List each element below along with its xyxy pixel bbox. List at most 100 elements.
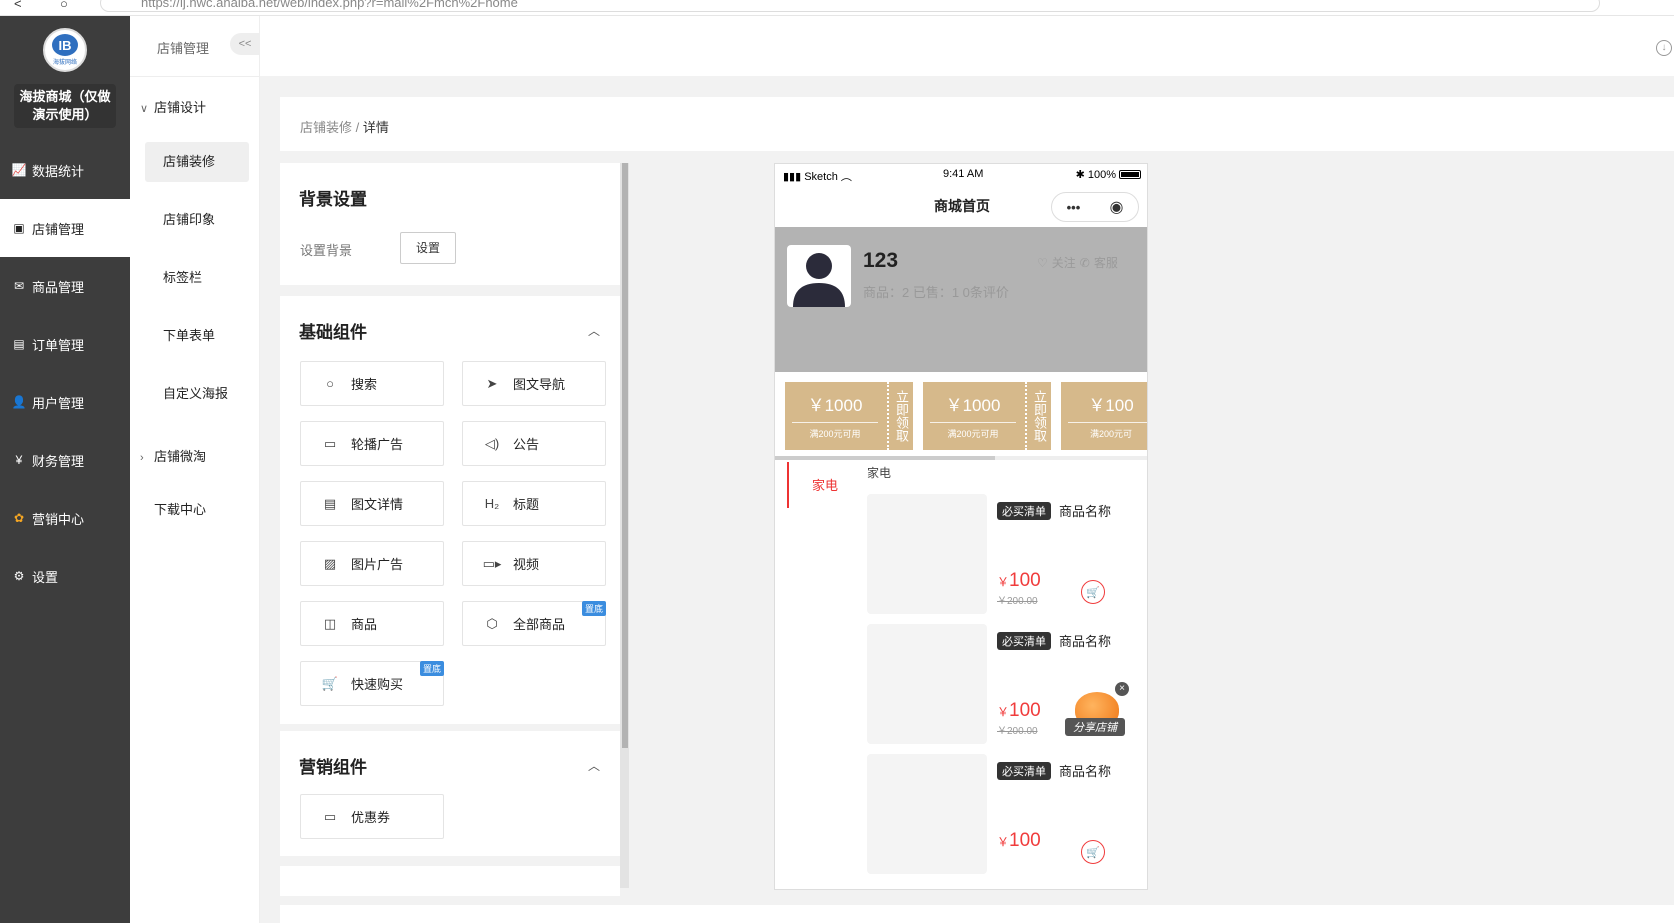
- phone-preview: ▮▮▮ Sketch ︵ 9:41 AM ✱ 100% 商城首页 ••• ◉ 1…: [774, 163, 1148, 890]
- component-banner[interactable]: ▭ 轮播广告: [300, 421, 444, 466]
- component-rich-text[interactable]: ▤ 图文详情: [300, 481, 444, 526]
- set-bg-button[interactable]: 设置: [400, 232, 456, 264]
- currency: ￥: [997, 835, 1010, 849]
- component-search[interactable]: ○ 搜索: [300, 361, 444, 406]
- coupon-card[interactable]: ￥1000 满200元可用 立即领取: [785, 382, 913, 450]
- component-coupon[interactable]: ▭ 优惠券: [300, 794, 444, 839]
- reload-icon[interactable]: ○: [60, 0, 68, 11]
- coupon-get-button[interactable]: 立即领取: [887, 382, 913, 450]
- phone-icon[interactable]: ✆: [1080, 256, 1090, 270]
- url-field[interactable]: https://lj.hwc.anaiba.net/web/index.php?…: [100, 0, 1600, 12]
- component-label: 视频: [513, 557, 540, 572]
- nav-user-management[interactable]: 👤 用户管理: [0, 373, 130, 431]
- status-time: 9:41 AM: [943, 168, 984, 180]
- submenu-title: 店铺管理: [157, 41, 210, 56]
- pin-bottom-badge: 置底: [419, 661, 444, 676]
- submenu-item-tabbar[interactable]: 标签栏: [145, 258, 249, 298]
- component-label: 快速购买: [351, 677, 404, 692]
- goods-item[interactable]: 商品名称 必买清单 ￥100 ￥200.00 🛒: [867, 494, 1147, 614]
- search-icon: ○: [326, 376, 334, 391]
- back-icon[interactable]: <: [14, 0, 22, 11]
- group-label: 店铺设计: [154, 100, 207, 115]
- nav-data-stats[interactable]: 📈 数据统计: [0, 141, 130, 199]
- price-value: 100: [1009, 570, 1041, 591]
- category-tab-active[interactable]: 家电: [812, 475, 838, 494]
- goods-item[interactable]: 商品名称 必买清单 ￥100 🛒: [867, 754, 1147, 874]
- banner-icon: ▭: [323, 435, 337, 451]
- component-label: 全部商品: [513, 617, 566, 632]
- top-header: [260, 16, 1674, 76]
- canvas-footer: [280, 905, 1674, 923]
- panel-scrollbar-thumb[interactable]: [622, 163, 628, 748]
- panel-title: 背景设置: [299, 190, 367, 209]
- heart-icon[interactable]: ♡: [1037, 256, 1048, 270]
- add-cart-icon[interactable]: 🛒: [1081, 580, 1105, 604]
- bag-icon: ◫: [323, 615, 337, 631]
- breadcrumb-separator: /: [355, 120, 360, 135]
- goods-price: ￥100: [997, 700, 1041, 722]
- marketing-components-panel: 营销组件 ︿ ▭ 优惠券: [280, 731, 620, 856]
- coupon-card[interactable]: ￥100 满200元可: [1061, 382, 1147, 450]
- pin-bottom-badge: 置底: [581, 601, 606, 616]
- nav-store-management[interactable]: ▣ 店铺管理: [0, 199, 130, 257]
- submenu-group-weitao[interactable]: › 店铺微淘: [140, 446, 206, 465]
- phone-status-bar: ▮▮▮ Sketch ︵ 9:41 AM ✱ 100%: [775, 164, 1147, 186]
- nav-order-management[interactable]: ▤ 订单管理: [0, 315, 130, 373]
- coupon-card[interactable]: ￥1000 满200元可用 立即领取: [923, 382, 1051, 450]
- chevron-up-icon[interactable]: ︿: [588, 322, 600, 339]
- coupon-scroll-indicator: [775, 456, 1147, 460]
- send-icon: ➤: [486, 375, 498, 391]
- close-icon[interactable]: ×: [1115, 682, 1129, 696]
- price-value: 100: [1009, 830, 1041, 851]
- component-label: 标题: [513, 497, 540, 512]
- finance-icon: ¥: [15, 453, 23, 467]
- submenu-group-store-design[interactable]: ∨ 店铺设计: [140, 97, 206, 116]
- nav-goods-management[interactable]: ✉ 商品管理: [0, 257, 130, 315]
- cube-icon: ⬡: [486, 615, 498, 631]
- component-label: 优惠券: [351, 810, 391, 825]
- shop-logo: IB 海拔网络: [43, 28, 87, 72]
- component-image-ad[interactable]: ▨ 图片广告: [300, 541, 444, 586]
- coupon-amount: ￥1000: [945, 396, 1001, 415]
- component-nav[interactable]: ➤ 图文导航: [462, 361, 606, 406]
- breadcrumb-parent[interactable]: 店铺装修: [300, 120, 352, 135]
- submenu-item-custom-poster[interactable]: 自定义海报: [145, 374, 249, 414]
- coupon-get-button[interactable]: 立即领取: [1025, 382, 1051, 450]
- nav-label: 商品管理: [32, 279, 85, 295]
- video-icon: ▭▸: [482, 555, 502, 571]
- goods-price: ￥100: [997, 830, 1041, 852]
- component-label: 公告: [513, 437, 540, 452]
- mini-program-capsule[interactable]: ••• ◉: [1051, 192, 1139, 222]
- download-icon[interactable]: ↓: [1656, 40, 1672, 56]
- follow-label[interactable]: 关注: [1052, 254, 1076, 271]
- submenu-item-store-impression[interactable]: 店铺印象: [145, 200, 249, 240]
- goods-original-price: ￥200.00: [997, 726, 1038, 737]
- collapse-button[interactable]: <<: [230, 33, 260, 55]
- submenu-item-store-decoration[interactable]: 店铺装修: [145, 142, 249, 182]
- coupon-amount: ￥1000: [807, 396, 863, 415]
- add-cart-icon[interactable]: 🛒: [1081, 840, 1105, 864]
- panel-title: 营销组件: [299, 758, 367, 777]
- carrier-label: Sketch: [804, 171, 838, 183]
- component-goods[interactable]: ◫ 商品: [300, 601, 444, 646]
- component-heading[interactable]: H₂ 标题: [462, 481, 606, 526]
- component-label: 图片广告: [351, 557, 404, 572]
- share-store-float[interactable]: × 分享店铺: [1065, 682, 1129, 738]
- nav-finance-management[interactable]: ¥ 财务管理: [0, 431, 130, 489]
- nav-marketing-center[interactable]: ✿ 营销中心: [0, 489, 130, 547]
- divider: [130, 76, 260, 77]
- submenu-item-order-form[interactable]: 下单表单: [145, 316, 249, 356]
- target-icon[interactable]: ◉: [1109, 197, 1123, 217]
- goods-image: [867, 624, 987, 744]
- component-video[interactable]: ▭▸ 视频: [462, 541, 606, 586]
- component-notice[interactable]: ◁) 公告: [462, 421, 606, 466]
- submenu-item-download-center[interactable]: 下载中心: [136, 490, 240, 530]
- category-heading: 家电: [867, 466, 892, 480]
- component-all-goods[interactable]: ⬡ 全部商品 置底: [462, 601, 606, 646]
- service-label[interactable]: 客服: [1094, 254, 1118, 271]
- more-icon[interactable]: •••: [1067, 200, 1081, 215]
- nav-label: 营销中心: [32, 511, 85, 527]
- chevron-up-icon[interactable]: ︿: [588, 757, 600, 774]
- component-quick-buy[interactable]: 🛒 快速购买 置底: [300, 661, 444, 706]
- nav-settings[interactable]: ⚙ 设置: [0, 547, 130, 605]
